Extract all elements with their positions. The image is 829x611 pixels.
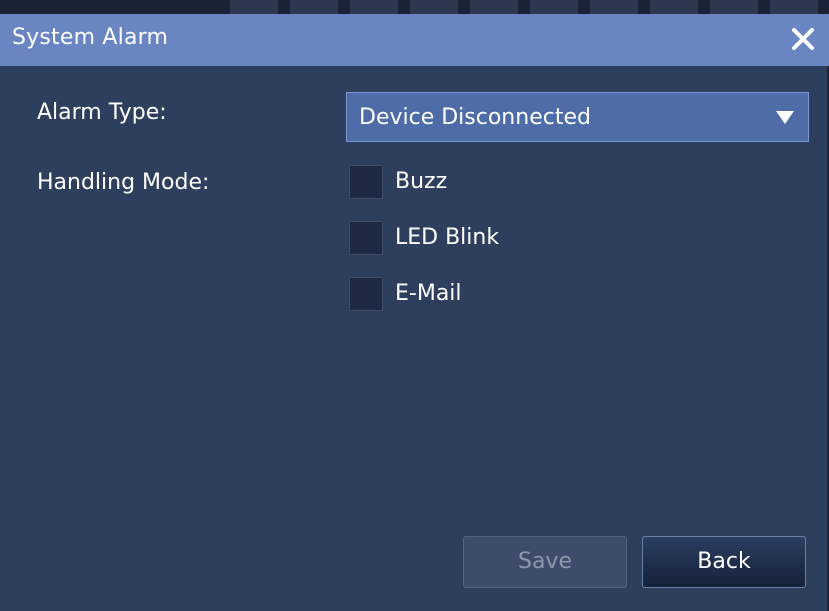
alarm-type-value: Device Disconnected (359, 105, 591, 130)
email-label: E-Mail (395, 281, 462, 306)
close-button[interactable] (786, 22, 820, 56)
back-button[interactable]: Back (642, 536, 806, 588)
handling-option-led-blink[interactable]: LED Blink (349, 221, 649, 255)
alarm-type-select[interactable]: Device Disconnected (346, 92, 809, 142)
dialog-titlebar: System Alarm (0, 14, 829, 66)
dialog-title: System Alarm (12, 25, 169, 50)
chevron-down-icon (776, 111, 794, 124)
buzz-checkbox[interactable] (349, 165, 383, 199)
background-window-content (230, 0, 829, 14)
handling-mode-label: Handling Mode: (37, 170, 210, 195)
alarm-type-label: Alarm Type: (37, 100, 167, 125)
handling-option-buzz[interactable]: Buzz (349, 165, 649, 199)
led-blink-label: LED Blink (395, 225, 500, 250)
close-icon (792, 28, 814, 50)
led-blink-checkbox[interactable] (349, 221, 383, 255)
email-checkbox[interactable] (349, 277, 383, 311)
handling-option-email[interactable]: E-Mail (349, 277, 649, 311)
buzz-label: Buzz (395, 169, 448, 194)
save-button[interactable]: Save (463, 536, 627, 588)
system-alarm-dialog: System Alarm Alarm Type: Device Disconne… (0, 14, 829, 611)
background-window-strip (0, 0, 829, 14)
